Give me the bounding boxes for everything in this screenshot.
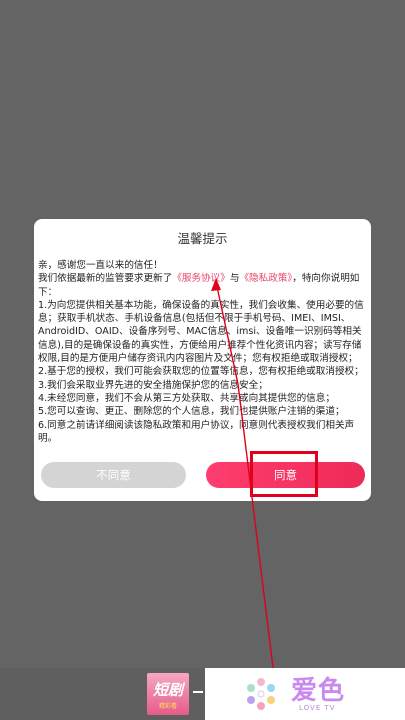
dash-divider (193, 691, 203, 693)
privacy-policy-link[interactable]: 《隐私政策》 (239, 273, 292, 284)
brand-watermark: 爱色 LOVE TV (205, 668, 405, 720)
policy-item-5: 5.您可以查询、更正、删除您的个人信息，我们也提供账户注销的渠道； (38, 406, 345, 418)
privacy-dialog: 温馨提示 亲，感谢您一直以来的信任！ 我们依据最新的监管要求更新了《服务协议》与… (34, 219, 371, 501)
dialog-body: 亲，感谢您一直以来的信任！ 我们依据最新的监管要求更新了《服务协议》与《隐私政策… (38, 259, 367, 445)
policy-item-4: 4.未经您同意，我们不会从第三方处获取、共享或向其提供您的信息； (38, 392, 335, 404)
drama-thumbnail: 短剧 精彩看 (147, 673, 189, 715)
brand-name: 爱色 (291, 676, 346, 706)
disagree-button[interactable]: 不同意 (41, 462, 186, 488)
flower-logo-icon (247, 678, 275, 710)
policy-item-1: 1.为向您提供相关基本功能，确保设备的真实性，我们会收集、使用必要的信息；获取手… (38, 299, 364, 365)
greeting-text: 亲，感谢您一直以来的信任！ (38, 260, 163, 271)
service-agreement-link[interactable]: 《服务协议》 (172, 273, 230, 284)
intro-text: 我们依据最新的监管要求更新了《服务协议》与《隐私政策》，特向你说明如下： (38, 272, 367, 299)
policy-item-6: 6.同意之前请详细阅读该隐私政策和用户协议，同意则代表授权我们相关声明。 (38, 419, 355, 444)
thumb-subtitle: 精彩看 (158, 703, 177, 710)
thumb-title: 短剧 (152, 681, 183, 699)
agree-button[interactable]: 同意 (206, 462, 365, 488)
policy-item-2: 2.基于您的授权，我们可能会获取您的位置等信息，您有权拒绝或取消授权； (38, 366, 364, 378)
intro-before: 我们依据最新的监管要求更新了 (38, 273, 173, 285)
brand-subtitle: LOVE TV (299, 704, 336, 712)
dialog-title: 温馨提示 (177, 231, 228, 246)
policy-item-3: 3.我们会采取业界先进的安全措施保护您的信息安全； (38, 379, 268, 391)
